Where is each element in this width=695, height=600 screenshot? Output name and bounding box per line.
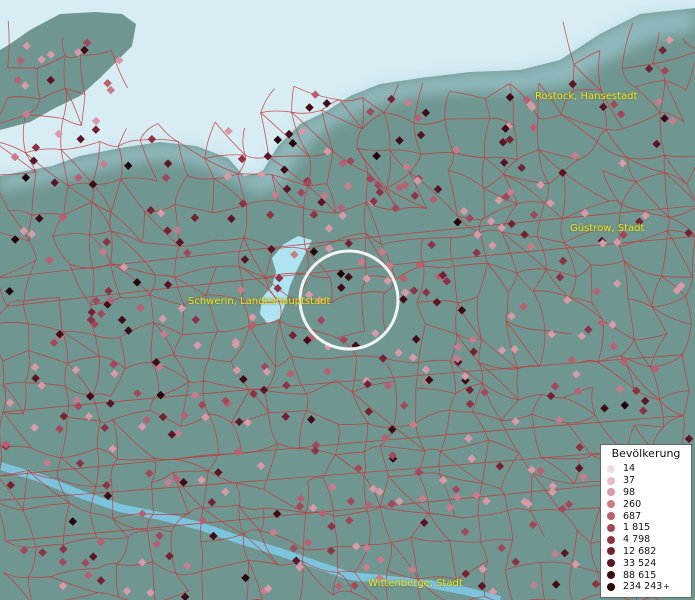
- legend-swatch: [607, 559, 615, 568]
- city-label-schwerin[interactable]: Schwerin, Landeshauptstadt: [188, 296, 330, 307]
- legend-label: 1 815: [623, 522, 651, 534]
- legend-swatch: [607, 512, 615, 521]
- legend-swatch: [607, 488, 615, 497]
- legend-items: 14 37 98 260 687 1 815 4 798 12 682 33 524 88 615…: [601, 463, 691, 593]
- legend-label: 12 682: [623, 545, 657, 557]
- legend-swatch: [607, 582, 615, 591]
- legend-item: 234 243 +: [601, 581, 691, 593]
- population-map[interactable]: Rostock, Hansestadt Güstrow, Stadt Schwe…: [0, 0, 695, 600]
- legend-label: 687: [623, 510, 642, 522]
- legend-label: 260: [623, 498, 642, 510]
- legend-swatch: [607, 571, 615, 580]
- legend-item: 687: [601, 510, 691, 522]
- legend-item: 33 524: [601, 557, 691, 569]
- legend-swatch: [607, 547, 615, 556]
- legend-label: 4 798: [623, 534, 651, 546]
- legend-label: 88 615: [623, 569, 657, 581]
- legend-item: 4 798: [601, 534, 691, 546]
- legend-item: 12 682: [601, 546, 691, 558]
- legend-item: 37: [601, 475, 691, 487]
- legend-swatch: [607, 523, 615, 532]
- city-label-guestrow[interactable]: Güstrow, Stadt: [570, 223, 644, 234]
- legend-label: 37: [623, 475, 636, 487]
- legend-item: 88 615: [601, 569, 691, 581]
- legend-label: 33 524: [623, 557, 657, 569]
- population-legend: Bevölkerung 14 37 98 260 687 1 815 4 798 12 682…: [600, 444, 692, 598]
- legend-swatch: [607, 476, 615, 485]
- legend-label: 234 243: [623, 581, 663, 593]
- legend-swatch: [607, 500, 615, 509]
- city-label-wittenberge[interactable]: Wittenberge, Stadt: [368, 578, 463, 589]
- legend-swatch: [607, 535, 615, 544]
- legend-item: 14: [601, 463, 691, 475]
- legend-item: 98: [601, 487, 691, 499]
- legend-title: Bevölkerung: [611, 447, 681, 460]
- legend-item: 1 815: [601, 522, 691, 534]
- map-canvas[interactable]: [0, 0, 695, 600]
- legend-label: 98: [623, 486, 636, 498]
- legend-item: 260: [601, 498, 691, 510]
- legend-plus-mark: +: [663, 582, 670, 592]
- city-label-rostock[interactable]: Rostock, Hansestadt: [535, 91, 637, 102]
- legend-label: 14: [623, 463, 636, 475]
- legend-swatch: [607, 464, 615, 473]
